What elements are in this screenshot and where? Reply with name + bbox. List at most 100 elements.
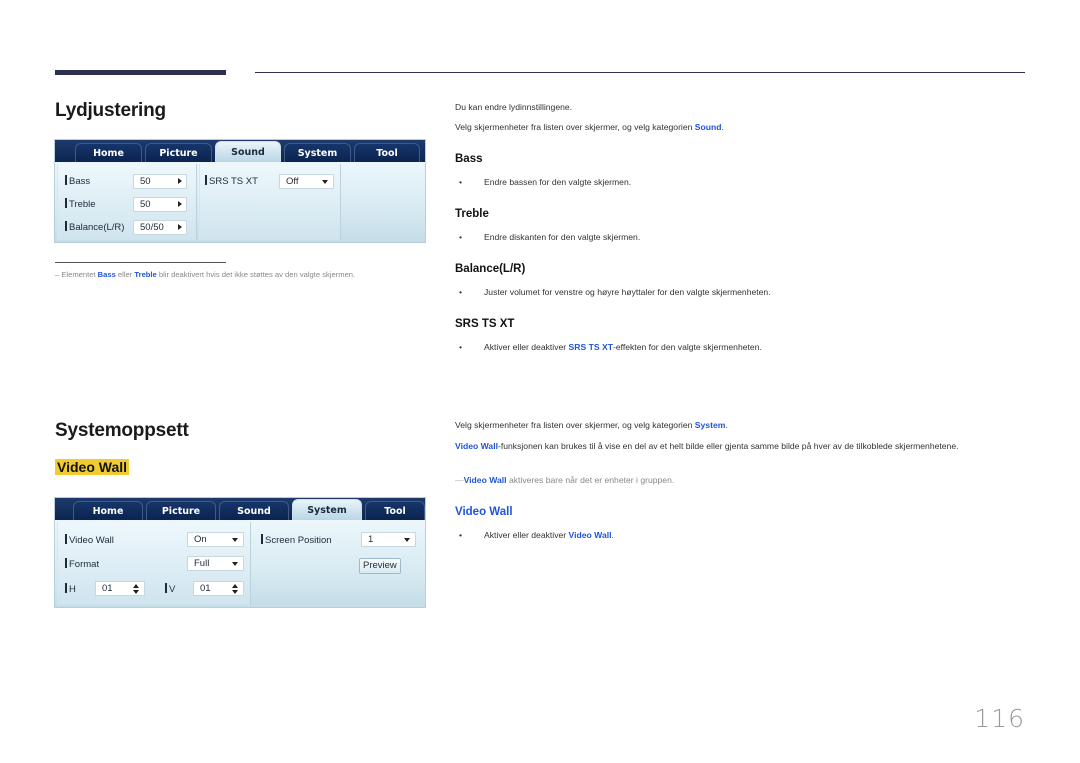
panel-body: Video Wall On Format Full H 01 V 01 Scre… [55,520,425,607]
srs-ts-xt-dropdown[interactable]: Off [279,174,334,189]
bullet-text: Aktiver eller deaktiver [484,530,569,540]
preview-button[interactable]: Preview [359,558,401,574]
format-dropdown[interactable]: Full [187,556,244,571]
bullet-text: . [611,530,614,540]
system-settings-panel: Home Picture Sound System Tool Video Wal… [54,497,426,608]
video-wall-label: Video Wall [65,534,114,546]
heading-treble: Treble [455,208,489,220]
treble-label: Treble [65,198,96,210]
chevron-down-icon[interactable] [404,538,410,542]
bullet-text: Endre bassen for den valgte skjermen. [484,177,632,187]
sound-footnote: – Elementet Bass eller Treble blir deakt… [55,268,355,282]
heading-bass: Bass [455,153,483,165]
footnote-text: Elementet [59,270,98,279]
subsection-title-video-wall: Video Wall [55,459,130,475]
srs-ts-xt-value: Off [286,176,299,187]
intro-text: -funksjonen kan brukes til å vise en del… [497,441,959,451]
video-wall-note: —Video Wall aktiveres bare når det er en… [455,473,674,487]
sound-category-link: Sound [694,122,722,132]
bullet-icon: • [459,287,463,297]
bullet-text: -effekten for den valgte skjermenheten. [612,342,762,352]
tab-bar: Home Picture Sound System Tool [55,498,425,520]
chevron-down-icon[interactable] [232,562,238,566]
v-stepper[interactable]: 01 [193,581,244,596]
spinner-icon[interactable] [232,584,239,594]
video-wall-highlight: Video Wall [55,459,130,475]
bullet-srs-ts-xt: • Aktiver eller deaktiver SRS TS XT-effek… [459,342,762,352]
arrow-right-icon[interactable] [178,201,182,207]
treble-field[interactable]: 50 [133,197,187,212]
bass-field[interactable]: 50 [133,174,187,189]
intro-text: . [725,420,728,430]
heading-balance: Balance(L/R) [455,263,526,275]
bullet-treble: • Endre diskanten for den valgte skjermen… [459,232,640,242]
intro-text: . [721,122,724,132]
section-title-sound: Lydjustering [55,100,166,121]
bullet-balance: • Juster volumet for venstre og høyre høy… [459,287,771,297]
video-wall-dropdown[interactable]: On [187,532,244,547]
tab-system[interactable]: System [292,499,362,520]
bullet-text: Juster volumet for venstre og høyre høyt… [484,287,771,297]
v-label: V [165,583,175,595]
treble-value: 50 [140,199,151,210]
header-accent-bar [55,70,226,75]
screen-position-label: Screen Position [261,534,332,546]
header-rule [255,72,1025,73]
sound-intro-1: Du kan endre lydinnstillingene. [455,102,573,112]
footnote-bass-link: Bass [97,270,116,279]
format-label: Format [65,558,99,570]
tab-tool[interactable]: Tool [365,501,425,520]
tab-sound[interactable]: Sound [219,501,289,520]
arrow-right-icon[interactable] [178,178,182,184]
footnote-treble-link: Treble [134,270,157,279]
tab-picture[interactable]: Picture [146,501,216,520]
arrow-right-icon[interactable] [178,224,182,230]
tab-system[interactable]: System [284,143,351,162]
tab-home[interactable]: Home [73,501,143,520]
chevron-down-icon[interactable] [322,180,328,184]
video-wall-value: On [194,534,207,545]
balance-value: 50/50 [140,222,164,233]
page-number: 116 [974,704,1025,733]
video-wall-link: Video Wall [568,530,612,540]
spinner-icon[interactable] [133,584,140,594]
v-value: 01 [200,583,211,594]
bullet-text: Aktiver eller deaktiver [484,342,569,352]
balance-label: Balance(L/R) [65,221,124,233]
section-title-system: Systemoppsett [55,420,189,441]
balance-field[interactable]: 50/50 [133,220,187,235]
tab-tool[interactable]: Tool [354,143,420,162]
bullet-icon: • [459,530,463,540]
format-value: Full [194,558,210,569]
video-wall-link: Video Wall [463,475,507,485]
system-intro-2: Video Wall-funksjonen kan brukes til å v… [455,439,995,453]
screen-position-value: 1 [368,534,374,545]
srs-ts-xt-link: SRS TS XT [568,342,613,352]
footnote-text: eller [115,270,135,279]
bullet-icon: • [459,342,463,352]
note-dash: — [455,475,464,485]
srs-ts-xt-label: SRS TS XT [205,175,258,187]
chevron-down-icon[interactable] [232,538,238,542]
panel-body: Bass 50 Treble 50 Balance(L/R) 50/50 SRS… [55,162,425,242]
screen-position-dropdown[interactable]: 1 [361,532,416,547]
bass-value: 50 [140,176,151,187]
heading-video-wall: Video Wall [455,506,513,518]
bullet-icon: • [459,177,463,187]
heading-srs-ts-xt: SRS TS XT [455,318,515,330]
sound-intro-2: Velg skjermenheter fra listen over skjer… [455,120,724,134]
tab-home[interactable]: Home [75,143,142,162]
bullet-text: Endre diskanten for den valgte skjermen. [484,232,641,242]
bullet-bass: • Endre bassen for den valgte skjermen. [459,177,631,187]
bass-label: Bass [65,175,90,187]
tab-sound[interactable]: Sound [215,141,281,162]
system-category-link: System [694,420,726,430]
note-text: aktiveres bare når det er enheter i grup… [506,475,675,485]
sound-settings-panel: Home Picture Sound System Tool Bass 50 T… [54,139,426,243]
h-stepper[interactable]: 01 [95,581,145,596]
intro-text: Velg skjermenheter fra listen over skjer… [455,122,695,132]
tab-picture[interactable]: Picture [145,143,212,162]
h-label: H [65,583,76,595]
tab-bar: Home Picture Sound System Tool [55,140,425,162]
footnote-text: blir deaktivert hvis det ikke støttes av… [156,270,356,279]
